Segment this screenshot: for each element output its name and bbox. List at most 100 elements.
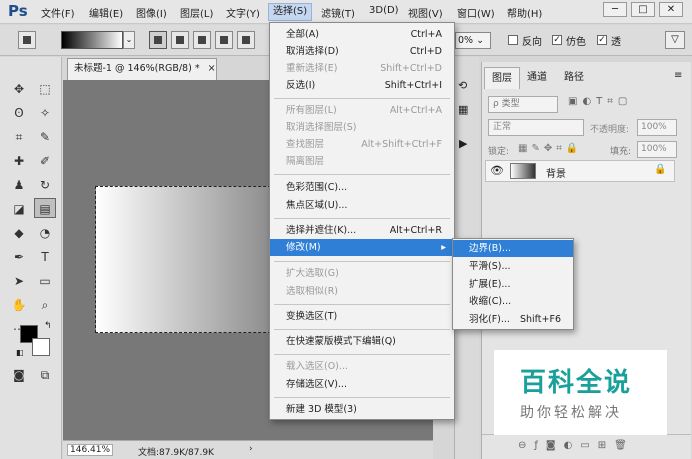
healing-brush-tool-icon[interactable]: ✚ [8,151,30,171]
screen-mode-icon[interactable]: ⧉ [34,365,56,385]
menu-layer[interactable]: 图层(L) [180,5,213,20]
menu-select[interactable]: 选择(S) [268,3,313,21]
menu-item-inverse[interactable]: 反选(I) Shift+Ctrl+I [270,77,454,94]
chevron-right-icon[interactable]: › [249,444,253,454]
submenu-item-smooth[interactable]: 平滑(S)... [453,258,573,275]
radial-gradient-button[interactable] [171,31,189,49]
workspace-switcher-icon[interactable]: ▽ [665,31,685,49]
canvas-selection[interactable] [95,186,276,333]
menu-file[interactable]: 文件(F) [41,5,75,20]
tab-paths[interactable]: 路径 [557,67,591,89]
eyedropper-tool-icon[interactable]: ✎ [34,127,56,147]
close-tab-icon[interactable]: × [208,63,216,74]
menu-item-select-all[interactable]: 全部(A) Ctrl+A [270,26,454,43]
magic-wand-tool-icon[interactable]: ✧ [34,103,56,123]
chevron-down-icon[interactable]: ⌄ [123,31,135,49]
menu-item-isolate-layers[interactable]: 隔离图层 [270,153,454,170]
dodge-tool-icon[interactable]: ◔ [34,223,56,243]
submenu-item-contract[interactable]: 收缩(C)... [453,293,573,310]
background-color-swatch[interactable] [32,338,50,356]
menu-item-find-layers[interactable]: 查找图层 Alt+Shift+Ctrl+F [270,136,454,153]
menu-help[interactable]: 帮助(H) [507,5,542,20]
menu-item-deselect[interactable]: 取消选择(D) Ctrl+D [270,43,454,60]
layer-row[interactable]: 👁 背景 🔒 [485,160,675,182]
filter-icons[interactable]: ▣◐T⌗▢ [568,96,632,107]
hand-tool-icon[interactable]: ✋ [8,295,30,315]
menu-item-all-layers[interactable]: 所有图层(L) Alt+Ctrl+A [270,102,454,119]
gradient-preview[interactable] [61,31,123,49]
menu-edit[interactable]: 编辑(E) [89,5,123,20]
submenu-item-expand[interactable]: 扩展(E)... [453,276,573,293]
play-icon[interactable]: ▶ [459,137,467,150]
tab-layers[interactable]: 图层 [484,67,520,89]
menu-filter[interactable]: 滤镜(T) [321,5,355,20]
close-button[interactable]: ✕ [659,2,683,17]
reverse-checkbox[interactable] [508,35,518,45]
history-brush-tool-icon[interactable]: ↻ [34,175,56,195]
swap-colors-icon[interactable]: ↰ [44,321,52,331]
menu-item-new-3d-model[interactable]: 新建 3D 模型(3) [270,401,454,418]
menu-item-modify[interactable]: 修改(M) ▸ [270,239,454,256]
fill-input[interactable]: 100% [637,141,677,158]
menu-item-deselect-layers[interactable]: 取消选择图层(S) [270,119,454,136]
eraser-tool-icon[interactable]: ◪ [8,199,30,219]
properties-panel-icon[interactable]: ▦ [458,103,468,116]
menu-image[interactable]: 图像(I) [136,5,167,20]
type-tool-icon[interactable]: T [34,247,56,267]
tool-preset-picker[interactable] [18,31,36,49]
status-zoom[interactable]: 146.41% [67,444,114,456]
diamond-gradient-button[interactable] [237,31,255,49]
menu-item-reselect[interactable]: 重新选择(E) Shift+Ctrl+D [270,60,454,77]
linear-gradient-button[interactable] [149,31,167,49]
status-bar: 146.41% 文档:87.9K/87.9K › [63,440,433,459]
rectangle-tool-icon[interactable]: ▭ [34,271,56,291]
layers-footer-icons[interactable]: ⊖ƒ◙◐▭⊞🗑 [482,434,691,459]
layer-opacity-input[interactable]: 100% [637,119,677,136]
document-tab[interactable]: 未标题-1 @ 146%(RGB/8) * × [67,58,217,80]
default-colors-icon[interactable]: ◧ [16,348,24,357]
radial-gradient-icon [176,36,184,44]
gradient-tool-icon[interactable]: ▤ [34,198,56,218]
menu-3d[interactable]: 3D(D) [369,5,399,16]
visibility-eye-icon[interactable]: 👁 [490,164,504,177]
path-selection-tool-icon[interactable]: ➤ [8,271,30,291]
lock-icons[interactable]: ▦✎✥⌗🔒 [518,143,582,154]
reflected-gradient-button[interactable] [215,31,233,49]
menu-item-grow[interactable]: 扩大选取(G) [270,265,454,282]
panel-menu-icon[interactable]: ≡ [674,70,682,81]
move-tool-icon[interactable]: ✥ [8,79,30,99]
marquee-tool-icon[interactable]: ⬚ [34,79,56,99]
layer-filter-select[interactable]: ρ 类型 [488,96,558,113]
transparency-checkbox[interactable]: ✓ [597,35,607,45]
blur-tool-icon[interactable]: ◆ [8,223,30,243]
tab-channels[interactable]: 通道 [520,67,554,89]
menu-separator [274,304,450,305]
menu-item-quick-mask[interactable]: 在快速蒙版模式下编辑(Q) [270,333,454,350]
menu-item-transform-selection[interactable]: 变换选区(T) [270,308,454,325]
menu-item-load-selection[interactable]: 载入选区(O)... [270,358,454,375]
submenu-item-border[interactable]: 边界(B)... [453,240,573,257]
menu-type[interactable]: 文字(Y) [226,5,260,20]
opacity-input[interactable]: 0% ⌄ [455,32,491,49]
lasso-tool-icon[interactable]: ʘ [8,103,30,123]
submenu-item-feather[interactable]: 羽化(F)... Shift+F6 [453,311,573,328]
dither-checkbox[interactable]: ✓ [552,35,562,45]
menu-item-color-range[interactable]: 色彩范围(C)... [270,179,454,196]
maximize-button[interactable]: □ [631,2,655,17]
blend-mode-select[interactable]: 正常 [488,119,584,136]
zoom-tool-icon[interactable]: ⌕ [34,295,56,315]
brush-tool-icon[interactable]: ✐ [34,151,56,171]
menu-item-save-selection[interactable]: 存储选区(V)... [270,376,454,393]
menu-window[interactable]: 窗口(W) [457,5,495,20]
pen-tool-icon[interactable]: ✒ [8,247,30,267]
stamp-tool-icon[interactable]: ♟ [8,175,30,195]
angle-gradient-button[interactable] [193,31,211,49]
history-panel-icon[interactable]: ⟲ [458,79,467,92]
crop-tool-icon[interactable]: ⌗ [8,127,30,147]
menu-item-select-and-mask[interactable]: 选择并遮住(K)... Alt+Ctrl+R [270,222,454,239]
menu-item-focus-area[interactable]: 焦点区域(U)... [270,197,454,214]
quick-mask-icon[interactable]: ◙ [8,365,30,385]
minimize-button[interactable]: ─ [603,2,627,17]
menu-item-similar[interactable]: 选取相似(R) [270,283,454,300]
menu-view[interactable]: 视图(V) [408,5,443,20]
